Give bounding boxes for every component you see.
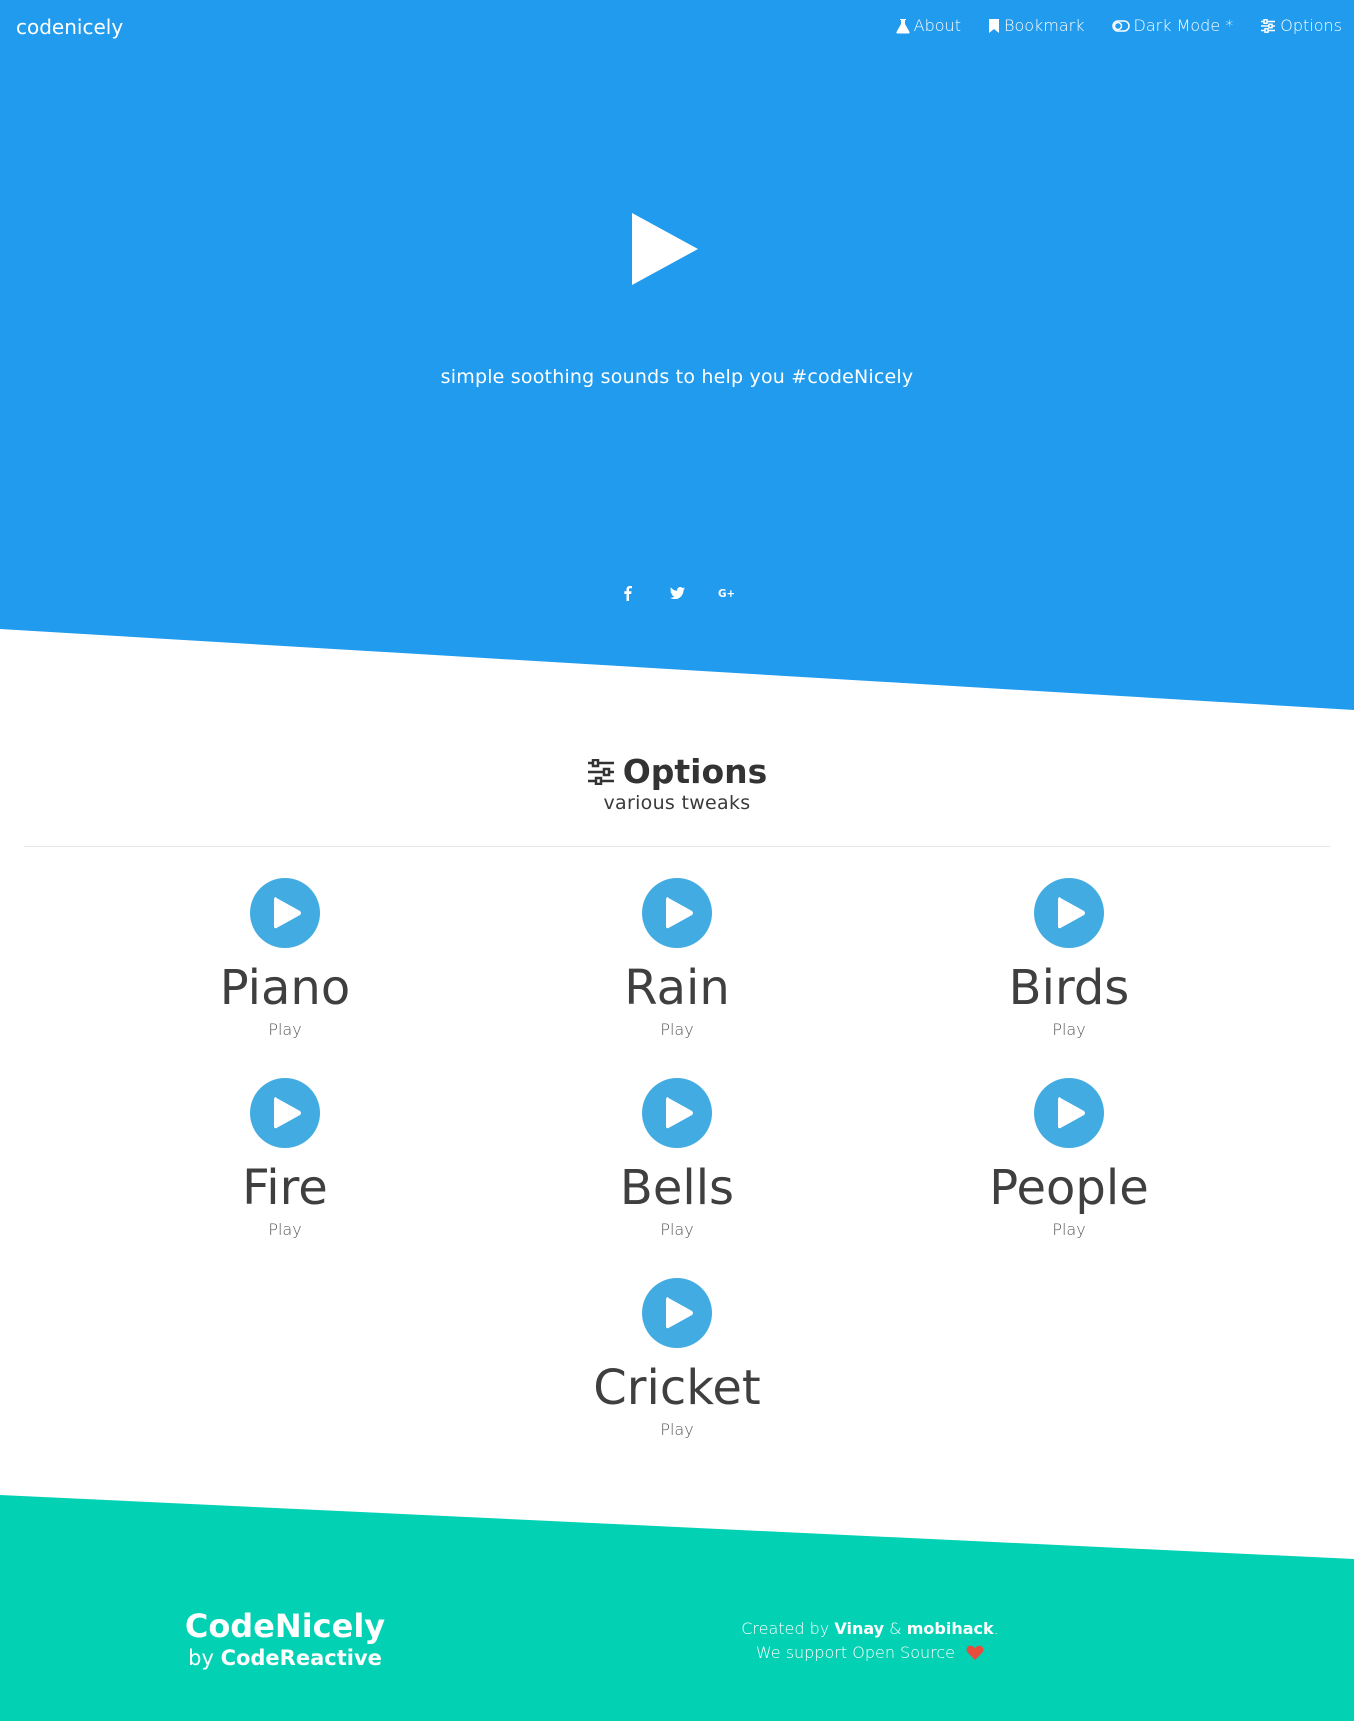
footer-by-name[interactable]: CodeReactive: [221, 1646, 382, 1670]
nav-dark-mode-label: Dark Mode *: [1133, 16, 1234, 35]
play-link[interactable]: Play: [527, 1020, 827, 1040]
play-circle-icon[interactable]: [642, 878, 712, 948]
play-link[interactable]: Play: [135, 1220, 435, 1240]
footer-title: CodeNicely: [184, 1607, 386, 1645]
nav-about-label: About: [913, 16, 961, 35]
author-link-vinay[interactable]: Vinay: [834, 1619, 884, 1638]
options-title-text: Options: [622, 752, 768, 791]
top-nav: About Bookmark Dark Mode * Options: [869, 16, 1342, 36]
hero-tagline: simple soothing sounds to help you #code…: [440, 366, 914, 388]
nav-bookmark-label: Bookmark: [1003, 16, 1085, 35]
sound-card-fire: Fire Play: [135, 1078, 435, 1240]
play-circle-icon[interactable]: [250, 878, 320, 948]
options-subtitle: various tweaks: [603, 792, 751, 814]
bookmark-icon: [988, 19, 999, 33]
play-circle-icon[interactable]: [250, 1078, 320, 1148]
play-circle-icon[interactable]: [642, 1278, 712, 1348]
sound-name: Birds: [1008, 960, 1130, 1016]
footer-brand: CodeNicely by CodeReactive: [135, 1607, 435, 1671]
svg-text:G+: G+: [718, 588, 734, 600]
nav-bookmark[interactable]: Bookmark: [961, 16, 1085, 36]
sound-name: Bells: [619, 1160, 735, 1216]
play-link[interactable]: Play: [919, 1220, 1219, 1240]
hero-play-icon[interactable]: [630, 213, 700, 285]
sound-card-bells: Bells Play: [527, 1078, 827, 1240]
play-circle-icon[interactable]: [642, 1078, 712, 1148]
play-circle-icon[interactable]: [1034, 878, 1104, 948]
nav-about[interactable]: About: [869, 16, 961, 36]
footer-by-prefix: by: [188, 1646, 214, 1670]
google-plus-icon[interactable]: G+: [718, 583, 734, 603]
sound-card-cricket: Cricket Play: [527, 1278, 827, 1440]
brand-link[interactable]: codenicely: [16, 16, 123, 38]
options-title: Options: [587, 752, 768, 792]
sound-card-piano: Piano Play: [135, 878, 435, 1040]
period: .: [993, 1619, 999, 1638]
sound-name: Fire: [242, 1160, 328, 1216]
footer-by: by CodeReactive: [135, 1645, 435, 1671]
social-links: G+: [0, 583, 1354, 603]
heart-icon: [966, 1645, 984, 1660]
author-link-mobihack[interactable]: mobihack: [907, 1619, 994, 1638]
flask-icon: [896, 19, 910, 34]
footer-credits: Created by Vinay & mobihack. We support …: [720, 1617, 1020, 1665]
footer-support-line: We support Open Source: [720, 1641, 1020, 1665]
sound-name: Piano: [219, 960, 351, 1016]
hero-section: [0, 0, 1354, 710]
footer-created-line: Created by Vinay & mobihack.: [720, 1617, 1020, 1641]
nav-dark-mode[interactable]: Dark Mode *: [1085, 16, 1234, 36]
play-link[interactable]: Play: [919, 1020, 1219, 1040]
sound-card-rain: Rain Play: [527, 878, 827, 1040]
sound-card-people: People Play: [919, 1078, 1219, 1240]
amp: &: [889, 1619, 902, 1638]
sound-name: Cricket: [593, 1360, 761, 1416]
sliders-icon: [587, 759, 614, 785]
divider: [24, 846, 1330, 847]
nav-options-label: Options: [1280, 16, 1342, 35]
play-link[interactable]: Play: [527, 1420, 827, 1440]
sound-card-birds: Birds Play: [919, 878, 1219, 1040]
options-header: Options various tweaks: [0, 752, 1354, 816]
toggle-icon: [1111, 20, 1130, 32]
play-link[interactable]: Play: [527, 1220, 827, 1240]
play-link[interactable]: Play: [135, 1020, 435, 1040]
support-text: We support Open Source: [755, 1643, 955, 1662]
facebook-icon[interactable]: [620, 583, 636, 603]
created-prefix: Created by: [741, 1619, 830, 1638]
twitter-icon[interactable]: [669, 583, 685, 603]
sliders-icon: [1261, 19, 1276, 33]
play-circle-icon[interactable]: [1034, 1078, 1104, 1148]
sound-name: Rain: [624, 960, 730, 1016]
sound-name: People: [989, 1160, 1149, 1216]
nav-options[interactable]: Options: [1233, 16, 1342, 36]
